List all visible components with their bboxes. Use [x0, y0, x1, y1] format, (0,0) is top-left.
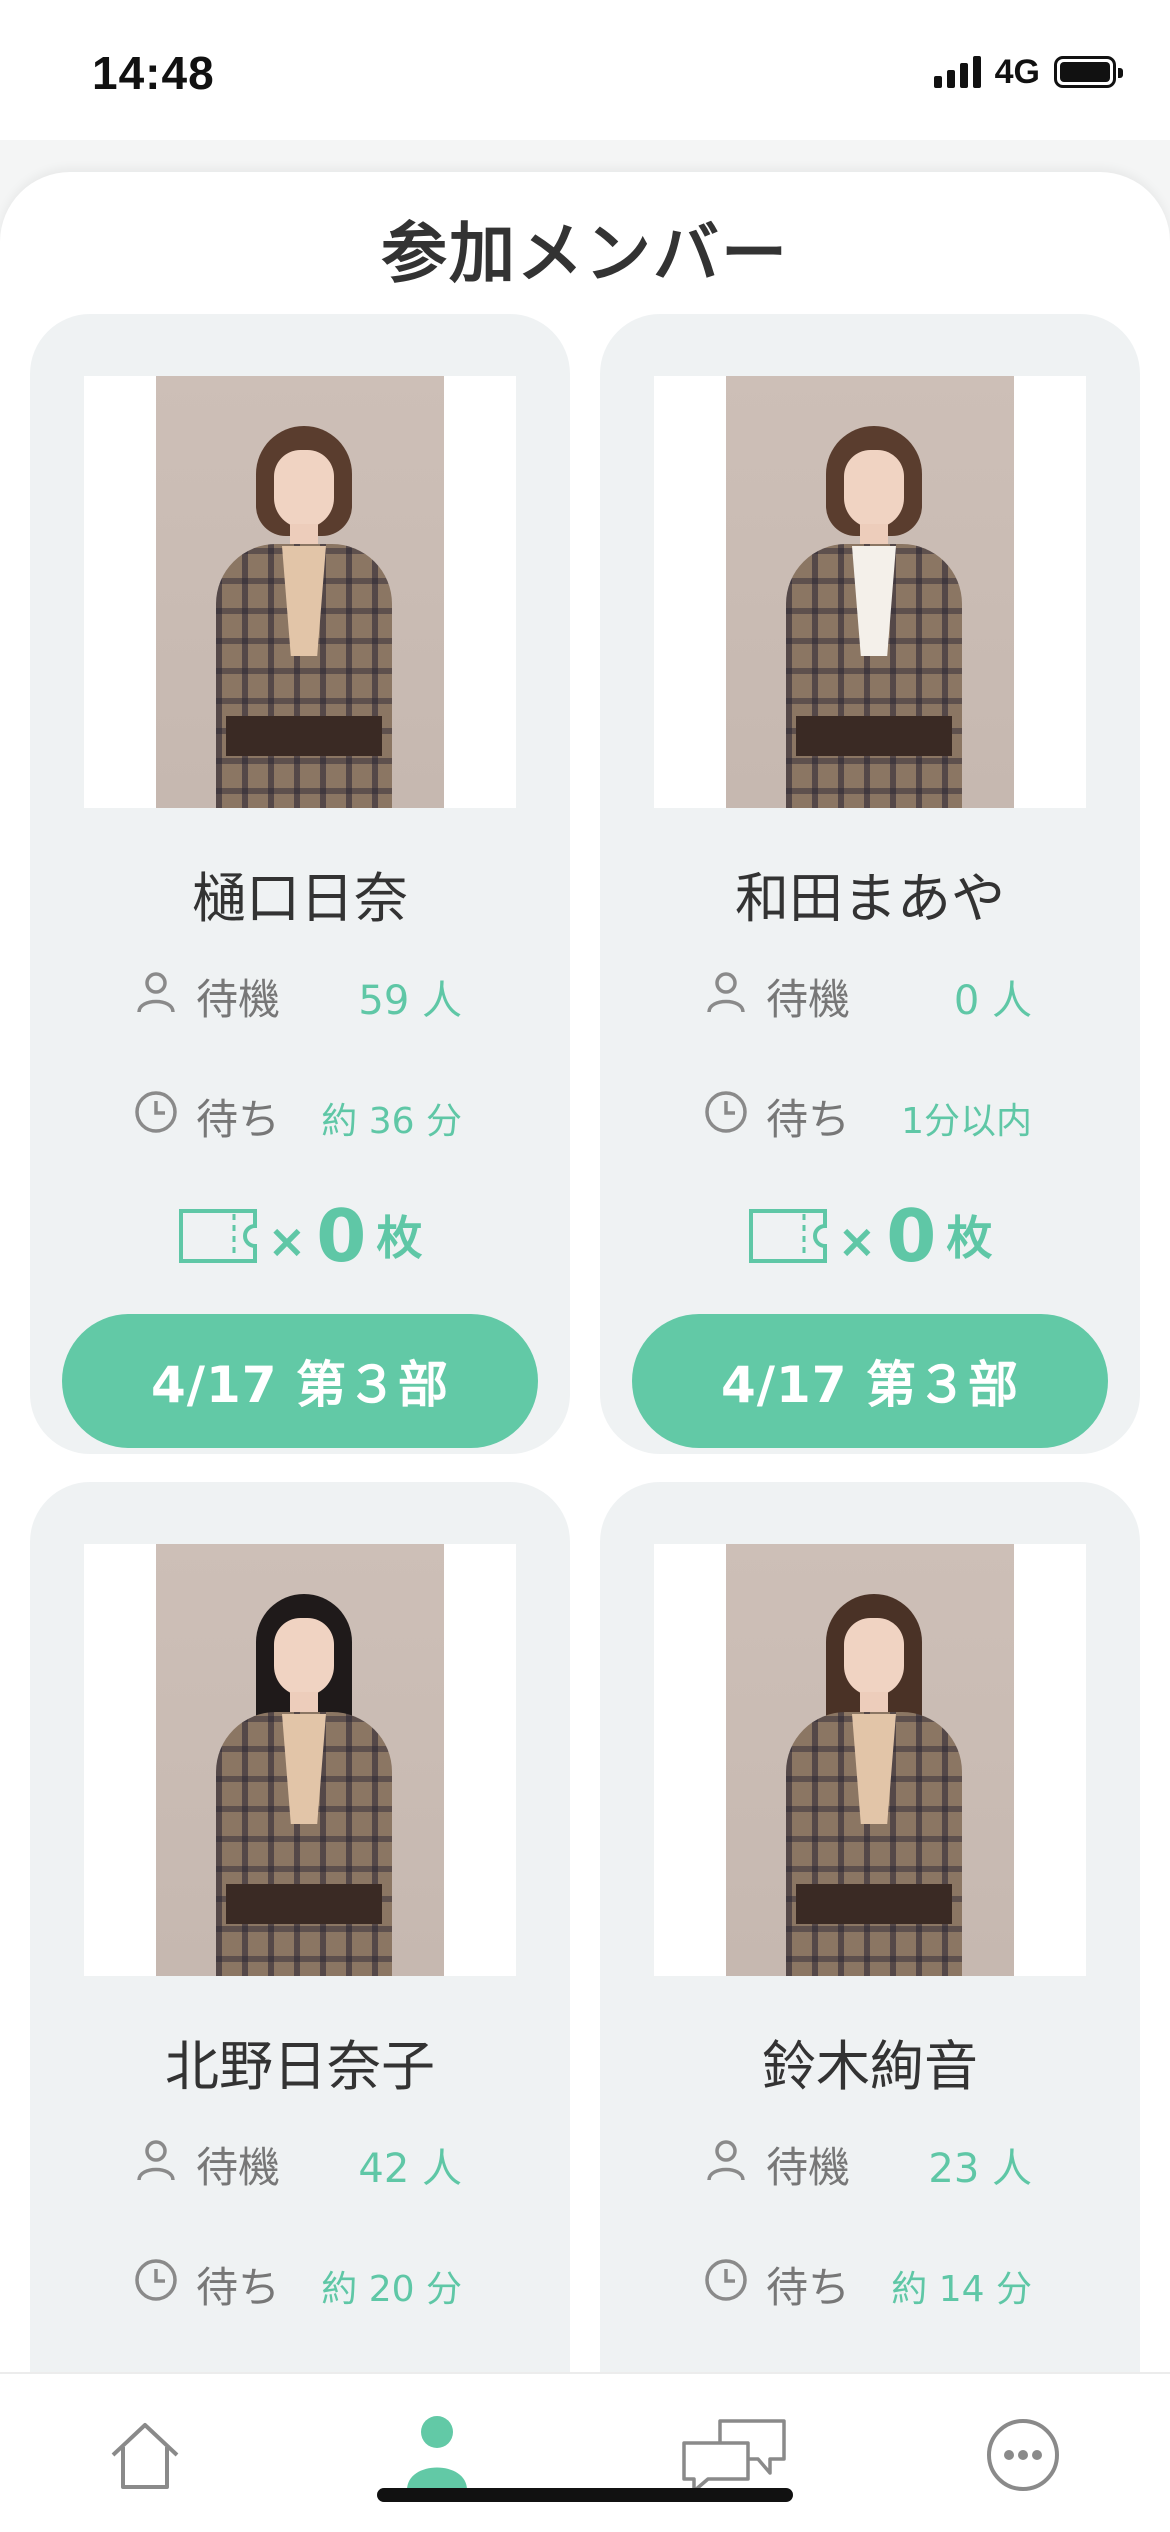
member-card[interactable]: 樋口日奈 待機 59 人 待ち 約 36 分 × 0 枚 4/17 第３部	[30, 314, 570, 1454]
chat-icon	[682, 2419, 786, 2493]
battery-icon	[1054, 56, 1123, 88]
ticket-count: × 0 枚	[30, 1194, 570, 1274]
member-photo	[84, 376, 516, 808]
person-icon	[407, 2416, 467, 2490]
tab-bar	[0, 2372, 1170, 2532]
status-indicators: 4G	[933, 52, 1123, 92]
member-name: 樋口日奈	[192, 867, 408, 930]
waiting-row: 待機 59 人	[30, 962, 570, 1024]
tab-home[interactable]	[100, 2410, 190, 2500]
person-icon	[707, 972, 745, 1013]
ticket-number: 0	[886, 1194, 937, 1278]
waiting-count: 42 人	[358, 2146, 462, 2192]
member-photo	[654, 376, 1086, 808]
member-name: 鈴木絢音	[762, 2035, 978, 2098]
ticket-multiplier: ×	[267, 1214, 307, 1268]
clock-icon	[705, 1091, 747, 1133]
status-bar: 14:48 4G	[0, 0, 1170, 140]
wait-time-row: 待ち 約 14 分	[600, 2250, 1140, 2312]
wait-time-row: 待ち 約 20 分	[30, 2250, 570, 2312]
signal-icon	[933, 56, 981, 88]
wait-time-value: 1分以内	[901, 1101, 1032, 1142]
ticket-unit: 枚	[376, 1211, 423, 1265]
waiting-count: 23 人	[928, 2146, 1032, 2192]
status-time: 14:48	[92, 47, 215, 99]
wait-time-value: 約 36 分	[321, 1101, 462, 1142]
ticket-unit: 枚	[946, 1211, 993, 1265]
waiting-count: 0 人	[953, 978, 1032, 1024]
wait-time-row: 待ち 約 36 分	[30, 1082, 570, 1144]
person-icon	[137, 972, 175, 1013]
member-card[interactable]: 鈴木絢音 待機 23 人 待ち 約 14 分	[600, 1482, 1140, 2482]
wait-time-row: 待ち 1分以内	[600, 1082, 1140, 1144]
more-icon	[987, 2419, 1059, 2491]
network-label: 4G	[994, 52, 1040, 91]
waiting-label: 待機	[196, 975, 281, 1024]
person-icon	[137, 2140, 175, 2181]
page-title: 参加メンバー	[381, 215, 789, 292]
waiting-count: 59 人	[358, 978, 462, 1024]
home-indicator[interactable]	[377, 2488, 793, 2502]
wait-time-label: 待ち	[196, 1095, 281, 1144]
ticket-icon	[178, 1209, 257, 1263]
wait-time-value: 約 14 分	[891, 2269, 1032, 2310]
waiting-row: 待機 42 人	[30, 2130, 570, 2192]
tab-members[interactable]	[392, 2410, 482, 2500]
member-photo	[84, 1544, 516, 1976]
member-photo	[654, 1544, 1086, 1976]
waiting-label: 待機	[196, 2143, 281, 2192]
ticket-multiplier: ×	[837, 1214, 877, 1268]
member-card[interactable]: 和田まあや 待機 0 人 待ち 1分以内 × 0 枚 4/17 第３部	[600, 314, 1140, 1454]
member-card[interactable]: 北野日奈子 待機 42 人 待ち 約 20 分	[30, 1482, 570, 2482]
ticket-icon	[748, 1209, 827, 1263]
clock-icon	[705, 2259, 747, 2301]
person-icon	[707, 2140, 745, 2181]
tab-chat[interactable]	[680, 2410, 790, 2500]
wait-time-label: 待ち	[766, 1095, 851, 1144]
ticket-number: 0	[316, 1194, 367, 1278]
home-icon	[111, 2423, 179, 2489]
waiting-label: 待機	[766, 2143, 851, 2192]
clock-icon	[135, 1091, 177, 1133]
ticket-count: × 0 枚	[600, 1194, 1140, 1274]
member-name: 北野日奈子	[165, 2035, 435, 2098]
session-button[interactable]: 4/17 第３部	[632, 1314, 1108, 1448]
session-button[interactable]: 4/17 第３部	[62, 1314, 538, 1448]
wait-time-value: 約 20 分	[321, 2269, 462, 2310]
member-name: 和田まあや	[735, 867, 1005, 930]
wait-time-label: 待ち	[196, 2263, 281, 2312]
waiting-label: 待機	[766, 975, 851, 1024]
waiting-row: 待機 0 人	[600, 962, 1140, 1024]
tab-more[interactable]	[978, 2410, 1068, 2500]
clock-icon	[135, 2259, 177, 2301]
waiting-row: 待機 23 人	[600, 2130, 1140, 2192]
wait-time-label: 待ち	[766, 2263, 851, 2312]
